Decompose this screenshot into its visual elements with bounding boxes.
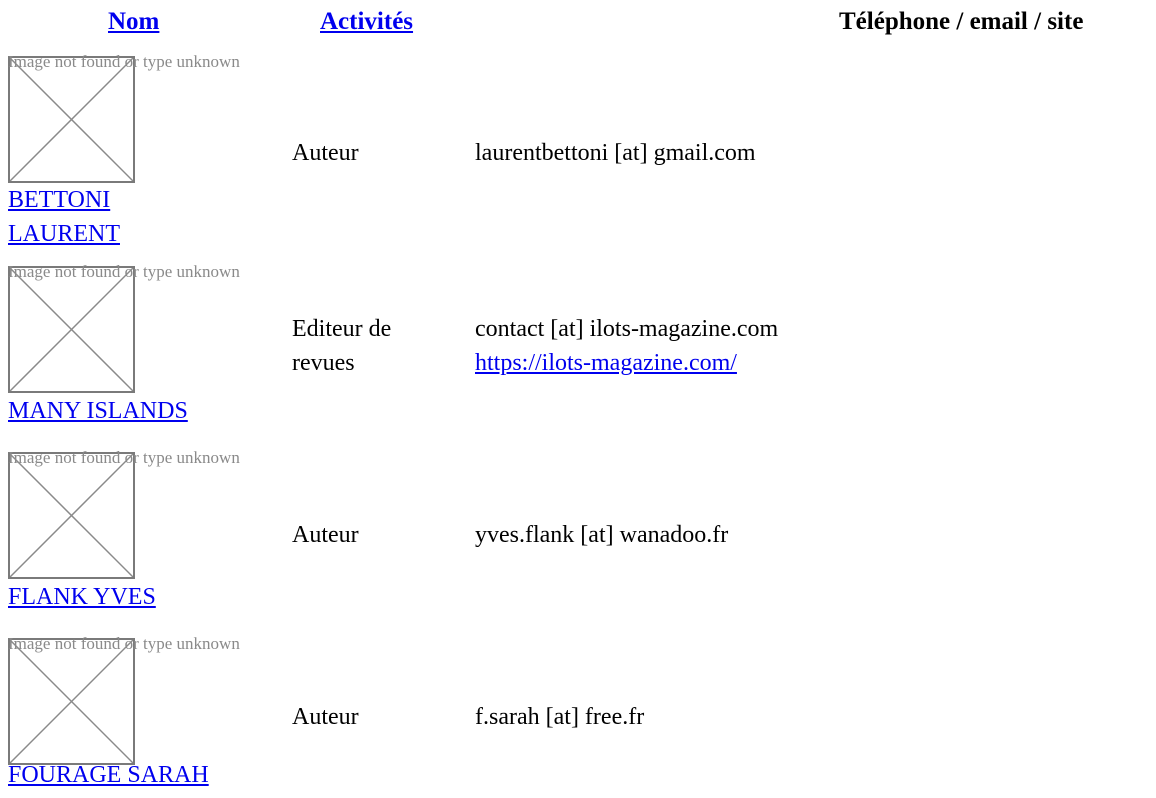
- sort-by-activites-link[interactable]: Activités: [320, 8, 413, 36]
- broken-image-alt-text: Image not found or type unknown: [8, 262, 240, 281]
- directory-page: Nom Activités Téléphone / email / site I…: [0, 0, 1156, 798]
- activity-text: Editeur de revues: [292, 312, 391, 380]
- activity-text: Auteur: [292, 140, 359, 166]
- table-row: Image not found or type unknown Editeur …: [0, 262, 1156, 442]
- broken-image-icon: [8, 638, 135, 765]
- contact-info: contact [at] ilots-magazine.com https://…: [475, 312, 778, 380]
- contact-email: laurentbettoni [at] gmail.com: [475, 140, 756, 166]
- table-row: Image not found or type unknown Auteur l…: [0, 52, 1156, 252]
- broken-image-icon: [8, 56, 135, 183]
- member-name-link[interactable]: MANY ISLANDS: [8, 394, 188, 428]
- table-row: Image not found or type unknown Auteur f…: [0, 634, 1156, 798]
- contact-email: yves.flank [at] wanadoo.fr: [475, 522, 729, 548]
- broken-image-alt-text: Image not found or type unknown: [8, 634, 240, 653]
- table-row: Image not found or type unknown Auteur y…: [0, 448, 1156, 618]
- member-name-link[interactable]: FLANK YVES: [8, 580, 156, 614]
- activity-line: revues: [292, 350, 355, 376]
- activity-line: Editeur de: [292, 316, 392, 342]
- sort-by-nom-link[interactable]: Nom: [108, 8, 159, 36]
- broken-image-icon: [8, 266, 135, 393]
- website-link[interactable]: https://ilots-magazine.com/: [475, 350, 737, 376]
- contact-email: f.sarah [at] free.fr: [475, 704, 645, 730]
- activity-text: Auteur: [292, 522, 359, 548]
- member-name-line: LAURENT: [8, 221, 120, 247]
- member-name-link[interactable]: FOURAGE SARAH: [8, 758, 209, 792]
- broken-image-alt-text: Image not found or type unknown: [8, 448, 240, 467]
- contact-column-header: Téléphone / email / site: [839, 8, 1084, 35]
- contact-email: contact [at] ilots-magazine.com: [475, 316, 779, 342]
- table-header: Nom Activités Téléphone / email / site: [0, 8, 1156, 44]
- member-name-link[interactable]: BETTONI LAURENT: [8, 183, 120, 251]
- member-name-line: BETTONI: [8, 187, 111, 213]
- broken-image-icon: [8, 452, 135, 579]
- activity-text: Auteur: [292, 704, 359, 730]
- broken-image-alt-text: Image not found or type unknown: [8, 52, 240, 71]
